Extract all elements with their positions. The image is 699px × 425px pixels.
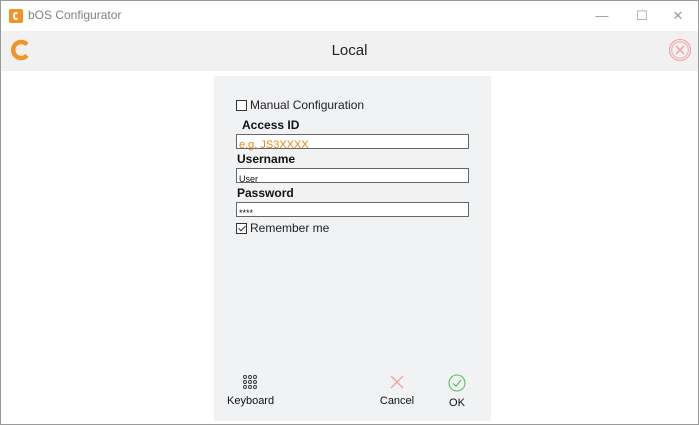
password-field-frame: [236, 202, 469, 220]
cancel-button[interactable]: Cancel: [377, 374, 417, 407]
keyboard-button[interactable]: Keyboard: [227, 374, 275, 407]
access-id-label: Access ID: [242, 118, 300, 132]
ok-button[interactable]: OK: [442, 374, 472, 409]
remember-me-checkbox[interactable]: Remember me: [236, 221, 329, 235]
remember-me-box[interactable]: [236, 222, 247, 234]
close-circle-icon[interactable]: [668, 38, 692, 62]
manual-configuration-checkbox[interactable]: Manual Configuration: [236, 98, 364, 112]
ok-check-circle-icon: [448, 374, 466, 392]
access-id-input[interactable]: [237, 138, 468, 152]
window-title: bOS Configurator: [28, 8, 122, 22]
cancel-x-icon: [390, 375, 404, 389]
ok-label: OK: [449, 397, 465, 409]
page-header: Local: [1, 31, 698, 71]
username-label: Username: [237, 152, 296, 166]
page-title: Local: [331, 42, 368, 59]
username-input[interactable]: [237, 172, 468, 186]
login-panel: Manual Configuration Access ID Username …: [214, 76, 491, 421]
password-label: Password: [237, 186, 294, 200]
maximize-button[interactable]: ☐: [622, 3, 662, 29]
access-id-field-frame: [236, 134, 469, 152]
keyboard-icon: [243, 375, 257, 389]
app-icon: [9, 9, 23, 23]
manual-configuration-label: Manual Configuration: [250, 98, 365, 112]
password-input[interactable]: [237, 206, 468, 220]
title-bar[interactable]: bOS Configurator — ☐ ✕: [1, 1, 698, 31]
cancel-label: Cancel: [379, 395, 415, 407]
remember-me-label: Remember me: [250, 221, 330, 235]
username-field-frame: [236, 168, 469, 186]
close-window-button[interactable]: ✕: [658, 3, 698, 29]
manual-configuration-box[interactable]: [236, 99, 247, 111]
minimize-button[interactable]: —: [582, 3, 622, 29]
keyboard-label: Keyboard: [227, 395, 275, 407]
app-window: bOS Configurator — ☐ ✕ Local Manual Conf…: [0, 0, 699, 425]
